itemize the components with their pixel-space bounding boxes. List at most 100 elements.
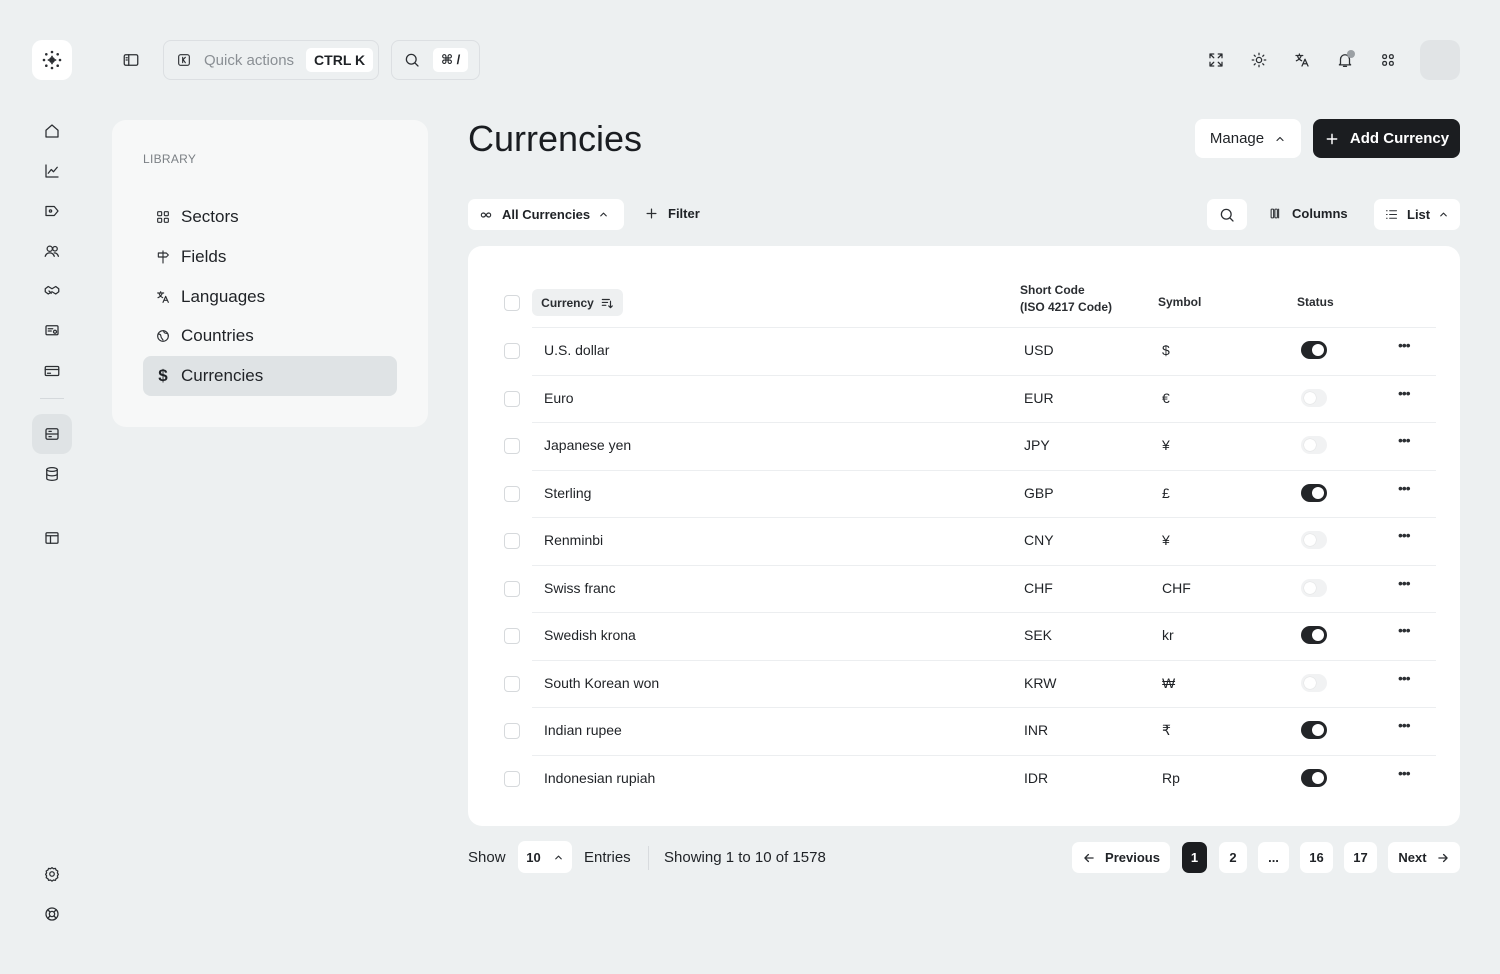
status-toggle[interactable] (1301, 341, 1327, 359)
more-options-icon[interactable]: ••• (1398, 527, 1411, 543)
currency-code: EUR (1024, 389, 1054, 406)
apps-button[interactable] (1376, 48, 1400, 72)
server-icon (45, 428, 59, 440)
status-toggle[interactable] (1301, 483, 1327, 502)
manage-button[interactable]: Manage (1195, 119, 1301, 158)
dollar-icon: $ (158, 366, 168, 385)
currency-symbol: ₩ (1162, 674, 1176, 691)
add-currency-button[interactable]: Add Currency (1313, 119, 1460, 158)
search-button[interactable]: ⌘ / (391, 40, 480, 80)
page-button-2[interactable]: 2 (1219, 842, 1247, 873)
rail-analytics[interactable] (32, 151, 72, 191)
layout-selector[interactable]: List (1374, 199, 1460, 230)
library-item-languages[interactable]: Languages (143, 277, 397, 317)
page-size-select[interactable]: 10 (518, 841, 572, 873)
currency-column-sort[interactable]: Currency (532, 289, 623, 316)
rail-home[interactable] (32, 111, 72, 151)
columns-button[interactable]: Columns (1268, 206, 1348, 221)
row-checkbox[interactable] (504, 390, 520, 407)
more-options-icon[interactable]: ••• (1398, 432, 1411, 448)
library-item-currencies[interactable]: $ Currencies (143, 356, 397, 396)
row-checkbox[interactable] (504, 628, 520, 644)
table-row[interactable]: South Korean won KRW ₩ ••• (532, 659, 1436, 708)
filter-button[interactable]: Filter (644, 206, 700, 221)
table-row[interactable]: Euro EUR € ••• (532, 374, 1436, 423)
toggle-knob (1312, 344, 1324, 356)
table-row[interactable]: Swedish krona SEK kr ••• (532, 612, 1436, 660)
status-toggle[interactable] (1301, 626, 1327, 644)
table-row[interactable]: Renminbi CNY ¥ ••• (532, 517, 1436, 565)
rail-documents[interactable] (32, 311, 72, 351)
more-options-icon[interactable]: ••• (1398, 717, 1411, 733)
status-toggle[interactable] (1301, 531, 1327, 549)
more-options-icon[interactable]: ••• (1398, 337, 1411, 353)
page-button-17[interactable]: 17 (1344, 842, 1377, 873)
user-avatar[interactable] (1420, 40, 1460, 80)
library-item-countries[interactable]: Countries (143, 316, 397, 356)
rail-database[interactable] (32, 454, 72, 494)
row-checkbox[interactable] (504, 438, 520, 454)
view-selector[interactable]: All Currencies (468, 199, 624, 230)
theme-toggle-button[interactable] (1247, 48, 1271, 72)
status-toggle[interactable] (1301, 388, 1327, 407)
language-button[interactable] (1290, 48, 1314, 72)
rail-support[interactable] (32, 894, 72, 934)
search-shortcut: ⌘ / (433, 48, 469, 72)
table-row[interactable]: Indonesian rupiah IDR Rp ••• (532, 754, 1436, 803)
more-options-icon[interactable]: ••• (1398, 670, 1411, 686)
table-row[interactable]: Sterling GBP £ ••• (532, 469, 1436, 518)
row-checkbox[interactable] (504, 675, 520, 692)
status-toggle[interactable] (1301, 436, 1327, 454)
library-item-sectors[interactable]: Sectors (143, 197, 397, 237)
status-toggle[interactable] (1301, 578, 1327, 597)
rail-library[interactable] (32, 414, 72, 454)
database-icon (46, 466, 58, 482)
page-button-16[interactable]: 16 (1300, 842, 1333, 873)
fullscreen-button[interactable] (1204, 48, 1228, 72)
command-key-icon (178, 54, 190, 66)
row-checkbox[interactable] (504, 485, 520, 502)
sidebar-toggle-button[interactable] (118, 47, 144, 73)
status-toggle[interactable] (1301, 721, 1327, 739)
rail-users[interactable] (32, 231, 72, 271)
sidebar-panel-icon (123, 54, 139, 66)
row-checkbox[interactable] (504, 580, 520, 597)
status-toggle[interactable] (1301, 768, 1327, 787)
rail-billing[interactable] (32, 351, 72, 391)
more-options-icon[interactable]: ••• (1398, 765, 1411, 781)
quick-actions-button[interactable]: Quick actions CTRL K (163, 40, 379, 80)
table-row[interactable]: Indian rupee INR ₹ ••• (532, 707, 1436, 755)
currency-code: USD (1024, 342, 1054, 358)
row-checkbox[interactable] (504, 723, 520, 739)
more-options-icon[interactable]: ••• (1398, 480, 1411, 496)
toggle-knob (1304, 534, 1316, 546)
toggle-knob (1304, 581, 1316, 594)
table-row[interactable]: U.S. dollar USD $ ••• (532, 327, 1436, 375)
library-item-fields[interactable]: Fields (143, 237, 397, 277)
select-all-checkbox[interactable] (504, 295, 520, 311)
rail-settings[interactable] (32, 854, 72, 894)
row-checkbox[interactable] (504, 343, 520, 359)
rail-tags[interactable] (32, 191, 72, 231)
footer-divider (648, 846, 649, 870)
table-search-button[interactable] (1207, 199, 1247, 230)
status-toggle[interactable] (1301, 673, 1327, 692)
next-page-button[interactable]: Next (1388, 842, 1460, 873)
page-button-1[interactable]: 1 (1182, 842, 1207, 873)
rail-partners[interactable] (32, 271, 72, 311)
row-checkbox[interactable] (504, 770, 520, 787)
search-icon (1220, 208, 1234, 222)
currency-name: Indonesian rupiah (544, 769, 656, 786)
more-options-icon[interactable]: ••• (1398, 575, 1411, 591)
notifications-button[interactable] (1333, 48, 1357, 72)
currency-code: CNY (1024, 532, 1054, 548)
row-checkbox[interactable] (504, 533, 520, 549)
previous-page-button[interactable]: Previous (1072, 842, 1170, 873)
more-options-icon[interactable]: ••• (1398, 622, 1411, 638)
app-logo[interactable] (32, 40, 72, 80)
table-row[interactable]: Swiss franc CHF CHF ••• (532, 564, 1436, 613)
table-row[interactable]: Japanese yen JPY ¥ ••• (532, 422, 1436, 470)
more-options-icon[interactable]: ••• (1398, 385, 1411, 401)
rail-layout[interactable] (32, 518, 72, 558)
currency-name: Euro (544, 389, 574, 406)
